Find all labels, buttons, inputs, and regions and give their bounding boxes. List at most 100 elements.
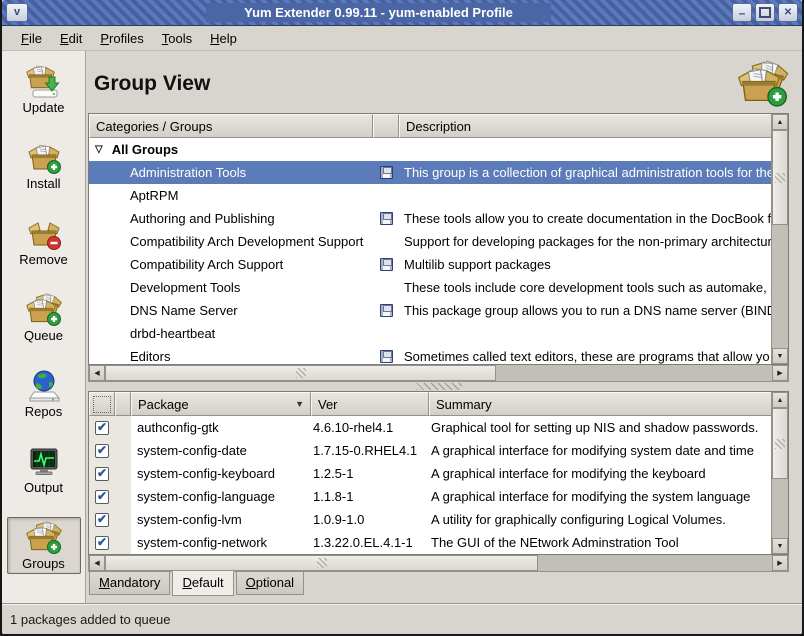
group-label: Compatibility Arch Support — [130, 257, 283, 272]
window-menu-icon[interactable]: v — [6, 3, 28, 22]
group-label: Editors — [130, 349, 170, 364]
package-group-icon — [380, 212, 393, 225]
tab-optional[interactable]: Optional — [236, 572, 304, 595]
repos-globe-icon — [25, 369, 63, 403]
package-summary: A graphical interface for modifying the … — [429, 489, 771, 504]
menu-item-edit[interactable]: Edit — [51, 28, 91, 49]
group-table-vscroll-trough[interactable] — [772, 225, 788, 348]
column-header-categories-groups[interactable]: Categories / Groups — [89, 114, 373, 138]
scroll-down-icon[interactable]: ▼ — [772, 348, 788, 364]
column-header-group-icon[interactable] — [373, 114, 399, 138]
package-name: system-config-keyboard — [131, 466, 311, 481]
expander-open-icon[interactable]: ▽ — [95, 144, 103, 155]
package-table-vscrollbar[interactable]: ▲ ▼ — [771, 392, 788, 554]
group-description: This group is a collection of graphical … — [399, 165, 771, 180]
group-row[interactable]: Development Tools These tools include co… — [89, 276, 771, 299]
scroll-up-icon[interactable]: ▲ — [772, 114, 788, 130]
sidebar-item-remove[interactable]: Remove — [7, 213, 81, 270]
group-label: DNS Name Server — [130, 303, 238, 318]
group-package-tabs: Mandatory Default Optional — [88, 572, 789, 598]
group-row[interactable]: DNS Name Server This package group allow… — [89, 299, 771, 322]
package-version: 1.3.22.0.EL.4.1-1 — [311, 535, 429, 550]
column-header-select-all[interactable] — [89, 392, 115, 416]
column-header-package[interactable]: Package ▼ — [131, 392, 311, 416]
close-icon[interactable] — [778, 3, 798, 22]
menu-item-profiles[interactable]: Profiles — [91, 28, 152, 49]
package-table-hscrollbar[interactable]: ◀ ▶ — [88, 555, 789, 572]
package-icon-cell — [115, 416, 131, 439]
scroll-left-icon[interactable]: ◀ — [89, 555, 105, 571]
sidebar-item-repos[interactable]: Repos — [7, 365, 81, 422]
menu-item-help[interactable]: Help — [201, 28, 246, 49]
group-row[interactable]: Compatibility Arch Development Support S… — [89, 230, 771, 253]
sidebar-item-label: Repos — [25, 404, 63, 419]
package-name: system-config-network — [131, 535, 311, 550]
package-checkbox[interactable] — [95, 513, 109, 527]
group-row[interactable]: Authoring and Publishing These tools all… — [89, 207, 771, 230]
group-label: Administration Tools — [130, 165, 246, 180]
menu-bar: FileEditProfilesToolsHelp — [2, 26, 802, 51]
package-row[interactable]: system-config-language 1.1.8-1 A graphic… — [89, 485, 771, 508]
package-table-hscroll-trough[interactable] — [538, 555, 772, 571]
column-header-ver[interactable]: Ver — [311, 392, 429, 416]
package-checkbox[interactable] — [95, 536, 109, 550]
scroll-right-icon[interactable]: ▶ — [772, 365, 788, 381]
sidebar-item-groups[interactable]: Groups — [7, 517, 81, 574]
status-text: 1 packages added to queue — [10, 612, 170, 627]
maximize-icon[interactable] — [755, 3, 775, 22]
package-group-icon — [380, 304, 393, 317]
package-checkbox[interactable] — [95, 467, 109, 481]
group-row[interactable]: ▽ All Groups — [89, 138, 771, 161]
column-header-description[interactable]: Description — [399, 114, 771, 138]
group-description: Sometimes called text editors, these are… — [399, 349, 771, 364]
package-checkbox[interactable] — [95, 490, 109, 504]
package-table-vscroll-trough[interactable] — [772, 479, 788, 538]
package-icon-cell — [115, 531, 131, 554]
package-name: authconfig-gtk — [131, 420, 311, 435]
group-row[interactable]: Compatibility Arch Support Multilib supp… — [89, 253, 771, 276]
titlebar[interactable]: v Yum Extender 0.99.11 - yum-enabled Pro… — [2, 0, 802, 26]
sidebar-item-update[interactable]: Update — [7, 61, 81, 118]
group-label: AptRPM — [130, 188, 178, 203]
package-row[interactable]: system-config-lvm 1.0.9-1.0 A utility fo… — [89, 508, 771, 531]
group-table-hscroll-thumb[interactable] — [105, 365, 496, 381]
group-description: Multilib support packages — [399, 257, 771, 272]
package-checkbox[interactable] — [95, 421, 109, 435]
group-table-hscrollbar[interactable]: ◀ ▶ — [88, 365, 789, 382]
group-table-vscrollbar[interactable]: ▲ ▼ — [771, 114, 788, 364]
group-description: This package group allows you to run a D… — [399, 303, 771, 318]
column-header-package-icon[interactable] — [115, 392, 131, 416]
window-title: Yum Extender 0.99.11 - yum-enabled Profi… — [206, 3, 551, 22]
scroll-down-icon[interactable]: ▼ — [772, 538, 788, 554]
group-row[interactable]: Editors Sometimes called text editors, t… — [89, 345, 771, 364]
group-row[interactable]: Administration Tools This group is a col… — [89, 161, 771, 184]
group-row[interactable]: drbd-heartbeat — [89, 322, 771, 345]
package-version: 1.2.5-1 — [311, 466, 429, 481]
sidebar-item-queue[interactable]: Queue — [7, 289, 81, 346]
package-checkbox[interactable] — [95, 444, 109, 458]
package-table-body: authconfig-gtk 4.6.10-rhel4.1 Graphical … — [89, 416, 771, 554]
menu-item-file[interactable]: File — [12, 28, 51, 49]
pane-splitter[interactable] — [88, 382, 789, 391]
group-table-vscroll-thumb[interactable] — [772, 130, 788, 225]
package-summary: A graphical interface for modifying the … — [429, 466, 771, 481]
tab-default[interactable]: Default — [172, 571, 233, 596]
tab-mandatory[interactable]: Mandatory — [89, 572, 170, 595]
package-row[interactable]: system-config-network 1.3.22.0.EL.4.1-1 … — [89, 531, 771, 554]
package-row[interactable]: system-config-keyboard 1.2.5-1 A graphic… — [89, 462, 771, 485]
scroll-left-icon[interactable]: ◀ — [89, 365, 105, 381]
package-table-vscroll-thumb[interactable] — [772, 408, 788, 479]
sidebar-item-install[interactable]: Install — [7, 137, 81, 194]
group-row[interactable]: AptRPM — [89, 184, 771, 207]
package-icon-cell — [115, 485, 131, 508]
minimize-icon[interactable] — [732, 3, 752, 22]
scroll-right-icon[interactable]: ▶ — [772, 555, 788, 571]
sidebar-item-output[interactable]: Output — [7, 441, 81, 498]
menu-item-tools[interactable]: Tools — [153, 28, 201, 49]
package-row[interactable]: authconfig-gtk 4.6.10-rhel4.1 Graphical … — [89, 416, 771, 439]
group-table-hscroll-trough[interactable] — [496, 365, 772, 381]
package-row[interactable]: system-config-date 1.7.15-0.RHEL4.1 A gr… — [89, 439, 771, 462]
package-table-hscroll-thumb[interactable] — [105, 555, 538, 571]
column-header-summary[interactable]: Summary — [429, 392, 771, 416]
scroll-up-icon[interactable]: ▲ — [772, 392, 788, 408]
